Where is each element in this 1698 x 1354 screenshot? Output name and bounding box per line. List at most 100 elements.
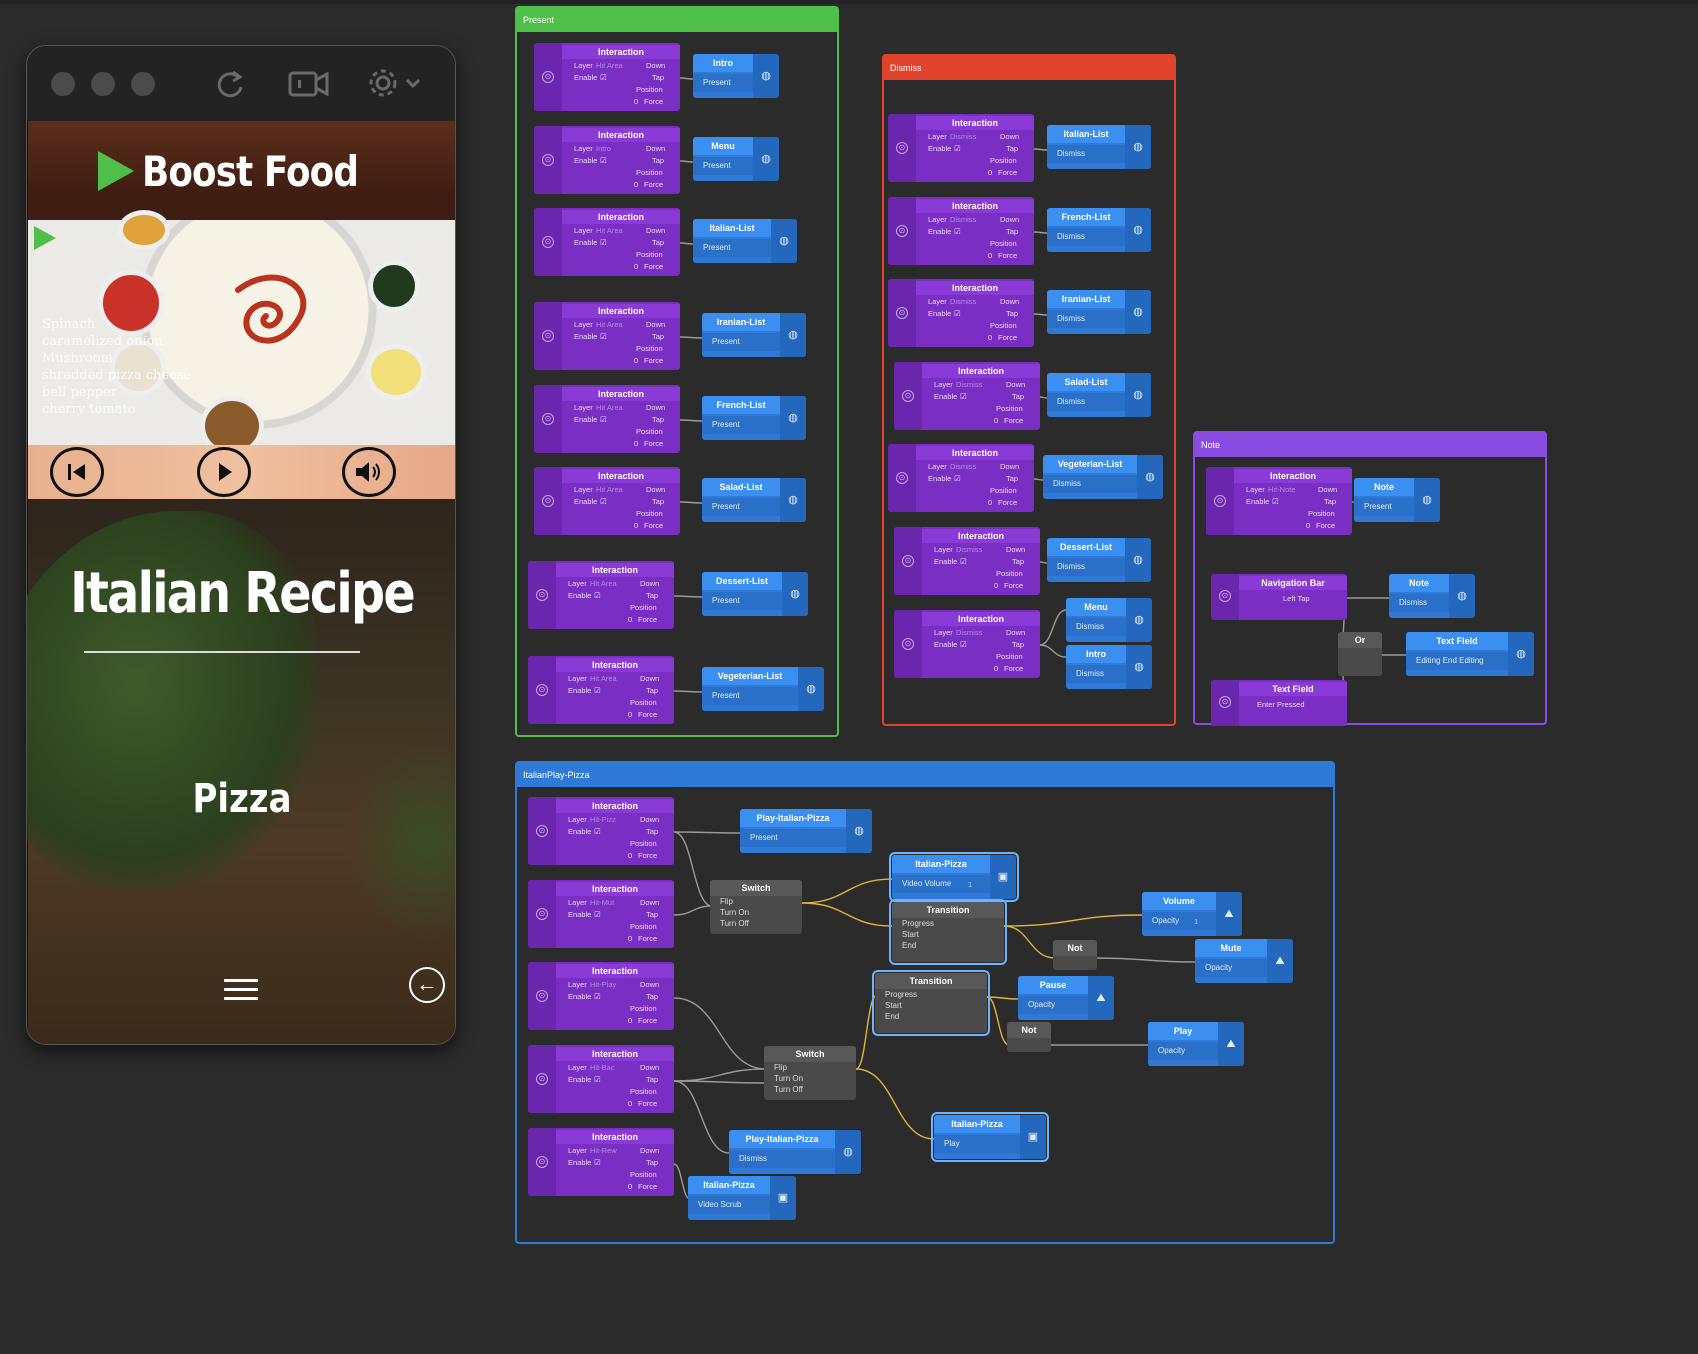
- enable-checkbox[interactable]: ☑: [954, 144, 961, 153]
- interaction-patch[interactable]: ⊙ Interaction Layer Hit-Play Down Enable ☑ Tap P…: [528, 962, 674, 1030]
- text-field-input-patch[interactable]: ⊙ Text Field Enter Pressed: [1211, 680, 1347, 726]
- interaction-patch[interactable]: ⊙ Interaction Layer Dismiss Down Enable ☑ Tap Po…: [888, 444, 1034, 512]
- force-value: 0: [628, 1099, 633, 1108]
- interaction-patch[interactable]: ⊙ Interaction Layer Hit Area Down Enable ☑ Tap P…: [534, 43, 680, 111]
- play-italian-pizza-dismiss-patch[interactable]: Play-Italian-Pizza Dismiss ◍: [729, 1130, 861, 1174]
- present-menu-patch[interactable]: Menu Present ◍: [693, 137, 779, 181]
- present-iranian-list-patch[interactable]: Iranian-List Present ◍: [702, 313, 806, 357]
- play-patch[interactable]: Play Opacity ⛰: [1148, 1022, 1244, 1066]
- transition-patch-1[interactable]: Transition Progress Start End: [889, 899, 1007, 965]
- present-italian-list-patch[interactable]: Italian-List Present ◍: [693, 219, 797, 263]
- patch-title: Intro: [693, 54, 753, 72]
- mute-button[interactable]: [342, 447, 396, 497]
- enable-checkbox[interactable]: ☑: [594, 910, 601, 919]
- enable-checkbox[interactable]: ☑: [594, 686, 601, 695]
- interaction-patch[interactable]: ⊙ Interaction Layer Hit Area Down Enable ☑ Tap P…: [528, 561, 674, 629]
- enable-checkbox[interactable]: ☑: [960, 640, 967, 649]
- interaction-patch[interactable]: ⊙ Interaction Layer Hit Area Down Enable ☑ Tap P…: [534, 467, 680, 535]
- dismiss-intro-patch[interactable]: Intro Dismiss ◍: [1066, 645, 1152, 689]
- interaction-patch[interactable]: ⊙ Interaction Layer Dismiss Down Enable ☑ Tap Po…: [888, 114, 1034, 182]
- interaction-patch[interactable]: ⊙ Interaction Layer Hit Area Down Enable ☑ Tap P…: [534, 385, 680, 453]
- text-field-output-patch[interactable]: Text Field Editing End Editing ◍: [1406, 632, 1534, 676]
- transition-patch-2[interactable]: Transition Progress Start End: [872, 970, 990, 1036]
- present-french-list-patch[interactable]: French-List Present ◍: [702, 396, 806, 440]
- enable-checkbox[interactable]: ☑: [600, 73, 607, 82]
- dismiss-french-list-patch[interactable]: French-List Dismiss ◍: [1047, 208, 1151, 252]
- enable-checkbox[interactable]: ☑: [600, 332, 607, 341]
- camera-icon[interactable]: [287, 66, 331, 100]
- patch-port: Editing End Editing: [1406, 652, 1508, 670]
- layer-label: Layer: [574, 403, 593, 412]
- enable-checkbox[interactable]: ☑: [1272, 497, 1279, 506]
- patch-canvas[interactable]: Boost Food Spinach caramelized onion Mus…: [0, 0, 1698, 1354]
- layer-image-icon: ⛰: [1088, 976, 1114, 1020]
- enable-checkbox[interactable]: ☑: [594, 1158, 601, 1167]
- enable-checkbox[interactable]: ☑: [594, 992, 601, 1001]
- window-zoom-dot[interactable]: [131, 72, 155, 96]
- enable-checkbox[interactable]: ☑: [960, 392, 967, 401]
- italian-pizza-play-patch[interactable]: Italian-Pizza Play ▣: [931, 1112, 1049, 1162]
- play-button[interactable]: [197, 447, 251, 497]
- interaction-patch[interactable]: ⊙ Interaction Layer Hit Area Down Enable ☑ Tap P…: [534, 302, 680, 370]
- enable-checkbox[interactable]: ☑: [600, 238, 607, 247]
- back-arrow-icon[interactable]: ←: [409, 967, 445, 1003]
- layer-label: Layer: [574, 485, 593, 494]
- interaction-patch[interactable]: ⊙ Interaction Layer Dismiss Down Enable ☑ Tap Po…: [888, 197, 1034, 265]
- interaction-patch[interactable]: ⊙ Interaction Layer Hit-Rew Down Enable ☑ Tap Po…: [528, 1128, 674, 1196]
- play-italian-pizza-present-patch[interactable]: Play-Italian-Pizza Present ◍: [740, 809, 872, 853]
- note-dismiss-patch[interactable]: Note Dismiss ◍: [1389, 574, 1475, 618]
- note-present-patch[interactable]: Note Present ◍: [1354, 478, 1440, 522]
- enable-checkbox[interactable]: ☑: [600, 497, 607, 506]
- enable-checkbox[interactable]: ☑: [600, 415, 607, 424]
- dismiss-iranian-list-patch[interactable]: Iranian-List Dismiss ◍: [1047, 290, 1151, 334]
- window-minimize-dot[interactable]: [91, 72, 115, 96]
- tap-label: Tap: [652, 73, 665, 82]
- navigation-bar-patch[interactable]: ⊙ Navigation Bar Left Tap: [1211, 574, 1347, 620]
- italian-pizza-scrub-patch[interactable]: Italian-Pizza Video Scrub ▣: [688, 1176, 796, 1220]
- interaction-patch[interactable]: ⊙ Interaction Layer Dismiss Down Enable ☑ Tap Po…: [894, 362, 1040, 430]
- enable-checkbox[interactable]: ☑: [954, 309, 961, 318]
- dismiss-dessert-list-patch[interactable]: Dessert-List Dismiss ◍: [1047, 538, 1151, 582]
- reload-icon[interactable]: [215, 66, 245, 100]
- not-patch-2[interactable]: Not: [1007, 1022, 1051, 1052]
- enable-checkbox[interactable]: ☑: [594, 591, 601, 600]
- present-vegeterian-list-patch[interactable]: Vegeterian-List Present ◍: [702, 667, 824, 711]
- interaction-patch[interactable]: ⊙ Interaction Layer Hit-Pizz Down Enable ☑ Tap P…: [528, 797, 674, 865]
- switch-patch-1[interactable]: Switch Flip Turn On Turn Off: [710, 880, 802, 934]
- enable-checkbox[interactable]: ☑: [954, 474, 961, 483]
- hamburger-menu-icon[interactable]: [224, 979, 258, 1006]
- dismiss-menu-patch[interactable]: Menu Dismiss ◍: [1066, 598, 1152, 642]
- settings-gear-icon[interactable]: [367, 66, 427, 100]
- enable-checkbox[interactable]: ☑: [600, 156, 607, 165]
- rewind-button[interactable]: [50, 447, 104, 497]
- pause-patch[interactable]: Pause Opacity ⛰: [1018, 976, 1114, 1020]
- enable-checkbox[interactable]: ☑: [594, 1075, 601, 1084]
- italian-pizza-volume-patch[interactable]: Italian-Pizza Video Volume 1 ▣: [889, 852, 1019, 902]
- recipe-video[interactable]: Spinach caramelized onion Mushroom shred…: [28, 210, 455, 456]
- present-intro-patch[interactable]: Intro Present ◍: [693, 54, 779, 98]
- interaction-patch[interactable]: ⊙ Interaction Layer Intro Down Enable ☑ Tap Posi…: [534, 126, 680, 194]
- present-salad-list-patch[interactable]: Salad-List Present ◍: [702, 478, 806, 522]
- not-patch-1[interactable]: Not: [1053, 940, 1097, 970]
- mute-patch[interactable]: Mute Opacity ⛰: [1195, 939, 1293, 983]
- dismiss-italian-list-patch[interactable]: Italian-List Dismiss ◍: [1047, 125, 1151, 169]
- interaction-patch[interactable]: ⊙ Interaction Layer Hit Area Down Enable ☑ Tap P…: [534, 208, 680, 276]
- interaction-patch[interactable]: ⊙ Interaction Layer Hit-Mut Down Enable ☑ Tap Po…: [528, 880, 674, 948]
- interaction-patch[interactable]: ⊙ Interaction Layer Dismiss Down Enable ☑ Tap Po…: [894, 527, 1040, 595]
- dismiss-salad-list-patch[interactable]: Salad-List Dismiss ◍: [1047, 373, 1151, 417]
- interaction-patch[interactable]: ⊙ Interaction Layer Hit-Bac Down Enable ☑ Tap Po…: [528, 1045, 674, 1113]
- interaction-patch[interactable]: ⊙ Interaction Layer Hit Area Down Enable ☑ Tap P…: [528, 656, 674, 724]
- interaction-patch[interactable]: ⊙ Interaction Layer Dismiss Down Enable ☑ Tap Po…: [894, 610, 1040, 678]
- enable-checkbox[interactable]: ☑: [954, 227, 961, 236]
- volume-patch[interactable]: Volume Opacity 1 ⛰: [1142, 892, 1242, 936]
- present-dessert-list-patch[interactable]: Dessert-List Present ◍: [702, 572, 808, 616]
- dismiss-vegeterian-list-patch[interactable]: Vegeterian-List Dismiss ◍: [1043, 455, 1163, 499]
- interaction-patch[interactable]: ⊙ Interaction Layer Dismiss Down Enable ☑ Tap Po…: [888, 279, 1034, 347]
- enable-checkbox[interactable]: ☑: [960, 557, 967, 566]
- or-patch[interactable]: Or: [1338, 632, 1382, 676]
- window-close-dot[interactable]: [51, 72, 75, 96]
- switch-patch-2[interactable]: Switch Flip Turn On Turn Off: [764, 1046, 856, 1100]
- note-interaction-patch[interactable]: ⊙ Interaction Layer Hit-Note Down Enable ☑ Tap P…: [1206, 467, 1352, 535]
- enable-checkbox[interactable]: ☑: [594, 827, 601, 836]
- force-value: 0: [994, 581, 999, 590]
